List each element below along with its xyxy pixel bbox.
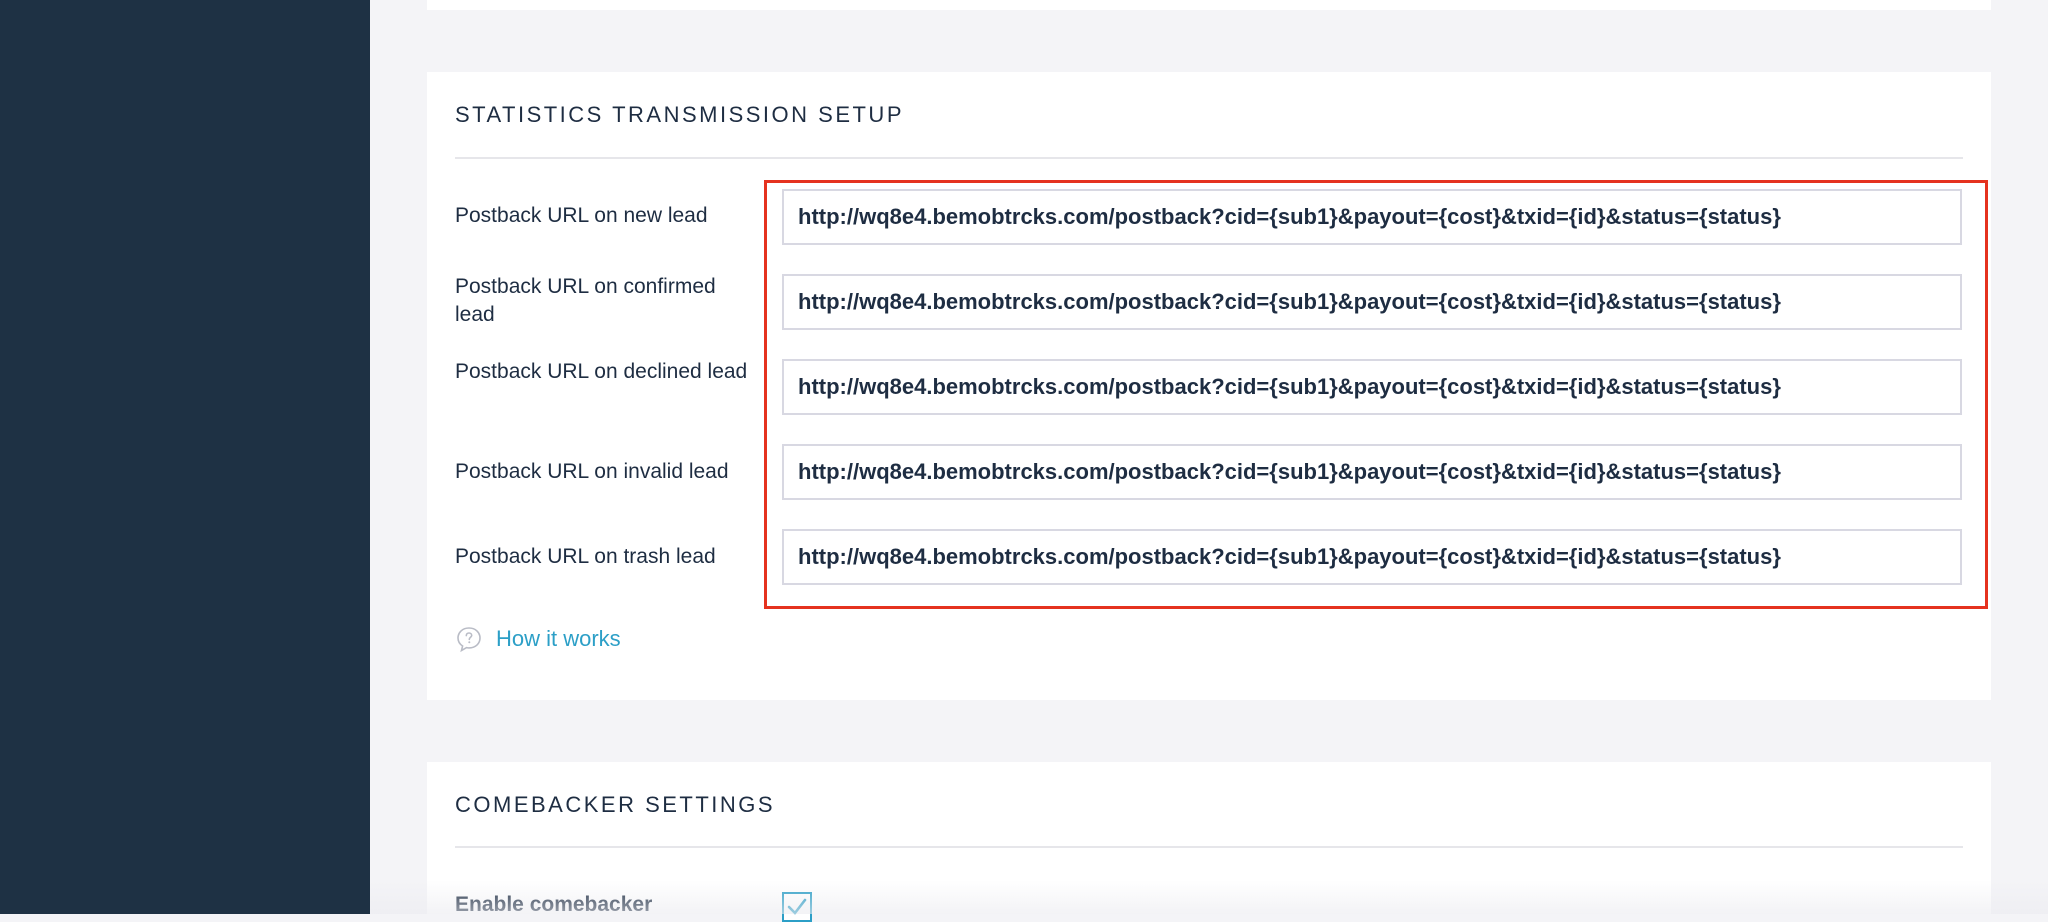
- speech-bubble-question-icon: [455, 625, 483, 653]
- how-it-works-label: How it works: [496, 626, 621, 651]
- sidebar: [0, 0, 370, 914]
- postback-invalid-label: Postback URL on invalid lead: [455, 460, 729, 483]
- previous-section-panel: [427, 0, 1991, 10]
- checkmark-icon: [787, 898, 807, 915]
- section-title: STATISTICS TRANSMISSION SETUP: [455, 102, 904, 127]
- postback-new-label: Postback URL on new lead: [455, 204, 708, 227]
- comebacker-settings-section: COMEBACKER SETTINGS Enable comebacker: [427, 762, 1991, 922]
- how-it-works-link[interactable]: How it works: [455, 625, 621, 653]
- section-title: COMEBACKER SETTINGS: [455, 792, 776, 817]
- section-divider: [455, 846, 1963, 848]
- statistics-transmission-section: STATISTICS TRANSMISSION SETUP Postback U…: [427, 72, 1991, 700]
- postback-declined-label: Postback URL on declined lead: [455, 360, 748, 383]
- postback-confirmed-label: Postback URL on confirmed lead: [455, 275, 716, 326]
- postback-confirmed-input[interactable]: [782, 274, 1962, 330]
- postback-new-input[interactable]: [782, 189, 1962, 245]
- enable-comebacker-label: Enable comebacker: [455, 893, 653, 916]
- postback-trash-label: Postback URL on trash lead: [455, 545, 716, 568]
- postback-declined-input[interactable]: [782, 359, 1962, 415]
- enable-comebacker-checkbox[interactable]: [782, 892, 812, 922]
- postback-invalid-input[interactable]: [782, 444, 1962, 500]
- postback-trash-input[interactable]: [782, 529, 1962, 585]
- section-divider: [455, 157, 1963, 159]
